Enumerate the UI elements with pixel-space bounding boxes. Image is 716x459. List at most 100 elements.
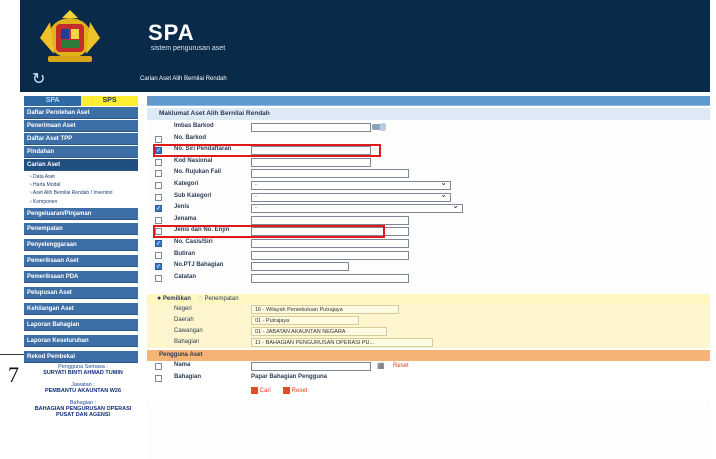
ownership-row-bahagian: Bahagian 11 - BAHAGIAN PENGURUSAN OPERAS… (147, 337, 710, 348)
sidebar-item-penempatan[interactable]: Penempatan (24, 223, 138, 235)
sidebar-item-laporan-bahagian[interactable]: Laporan Bahagian (24, 319, 138, 331)
kategori-select[interactable]: - (251, 179, 451, 190)
bahagian-select[interactable]: 11 - BAHAGIAN PENGURUSAN OPERASI PU... (251, 338, 433, 347)
sidebar-item-pindahan[interactable]: Pindahan (24, 146, 138, 158)
checkbox-jenama[interactable] (155, 216, 162, 224)
ownership-row-negeri: Negeri 16 - Wilayah Persekutuan Putrajay… (147, 304, 710, 315)
coat-of-arms-logo (40, 10, 100, 62)
app-subtitle: sistem pengurusan aset (150, 45, 226, 52)
refresh-icon[interactable]: ↻ (32, 72, 50, 88)
field-label: Kategori (174, 180, 199, 187)
sidebar-subitem-komponen[interactable]: › Komponen (24, 199, 138, 205)
sidebar-item-penyelenggaraan[interactable]: Penyelenggaraan (24, 239, 138, 251)
radio-penempatan[interactable]: ○ (199, 295, 203, 302)
negeri-select[interactable]: 16 - Wilayah Persekutuan Putrajaya (251, 305, 399, 314)
field-label: No.PTJ Bahagian (174, 262, 224, 269)
barcode-scan-input[interactable] (251, 123, 371, 132)
sidebar-item-pengeluaran[interactable]: Pengeluaran/Pinjaman (24, 208, 138, 220)
bahagian-value: Papar Bahagian Pengguna (251, 373, 328, 380)
pengguna-row-bahagian: Bahagian Papar Bahagian Pengguna (147, 373, 710, 385)
user-post: PEMBANTU AKAUNTAN W26 (44, 388, 122, 394)
user-name: SURYATI BINTI AHMAD TUMIN (43, 370, 123, 376)
field-label: Kod Nasional (174, 157, 213, 164)
reset-nama-link[interactable]: Reset (393, 363, 409, 369)
highlight-jenis (153, 225, 385, 238)
cari-label: Cari (259, 388, 271, 395)
ownership-row-daerah: Daerah 01 - Putrajaya (147, 315, 710, 326)
field-row-catatan: Catatan (147, 273, 710, 285)
reset-button[interactable]: Reset (283, 387, 307, 394)
checkbox-kod-nasional[interactable] (155, 158, 162, 166)
tab-sps[interactable]: SPS (81, 96, 138, 106)
checkbox-butiran[interactable] (155, 251, 162, 259)
field-label: Imbas Barkod (174, 123, 214, 129)
sub-kategori-select[interactable]: - (251, 191, 451, 202)
casis-input[interactable] (251, 238, 409, 248)
checkbox-kategori[interactable] (155, 181, 162, 189)
field-label: Catatan (174, 273, 197, 280)
page-number: 7 (8, 362, 19, 387)
tab-spa[interactable]: SPA (24, 96, 81, 106)
catatan-input[interactable] (251, 273, 409, 283)
sidebar-item-penerimaan[interactable]: Penerimaan Aset (24, 120, 138, 132)
cawangan-label: Cawangan (174, 328, 203, 334)
user-dept: BAHAGIAN PENGURUSAN OPERASI PUSAT DAN AG… (34, 406, 132, 418)
ownership-header: ● Pemilikan ○ Penempatan (147, 294, 710, 304)
checkbox-bahagian[interactable] (155, 374, 162, 382)
butiran-input[interactable] (251, 250, 409, 260)
daerah-select[interactable]: 01 - Putrajaya (251, 316, 359, 325)
checkbox-catatan[interactable] (155, 274, 162, 282)
sidebar-subitem-data-aset[interactable]: › Data Aset (24, 174, 138, 180)
sidebar-subitem-harta-modal[interactable]: › Harta Modal (24, 182, 138, 188)
ptj-input[interactable] (251, 262, 349, 272)
field-label: No. Barkod (174, 134, 207, 141)
sidebar-item-carian[interactable]: Carian Aset (24, 159, 138, 171)
checkbox-nama[interactable] (155, 363, 162, 370)
cari-icon (251, 387, 258, 395)
reset-icon (283, 387, 290, 395)
breadcrumb: Carian Aset Alih Bernilai Rendah (140, 76, 227, 82)
sidebar-item-daftar-tpp[interactable]: Daftar Aset TPP (24, 133, 138, 145)
app-header: ↻ SPA sistem pengurusan aset Carian Aset… (20, 0, 710, 92)
no-rujukan-fail-input[interactable] (251, 169, 409, 179)
checkbox-jenis[interactable] (155, 205, 162, 213)
cari-button[interactable]: Cari (251, 387, 271, 394)
nama-label: Nama (174, 362, 191, 368)
radio-pemilikan[interactable]: ● (157, 295, 161, 302)
sidebar-item-kehilangan[interactable]: Kehilangan Aset (24, 303, 138, 315)
highlight-no-siri (153, 144, 381, 157)
section-title: Maklumat Aset Alih Bernilai Rendah (147, 108, 710, 120)
checkbox-no-rujukan-fail[interactable] (155, 170, 162, 178)
action-buttons: Cari Reset (147, 386, 710, 398)
jenama-input[interactable] (251, 215, 409, 225)
field-row-casis: No. Casis/Siri (147, 238, 710, 250)
kod-nasional-input[interactable] (251, 157, 371, 167)
bahagian-label: Bahagian (174, 373, 202, 380)
sidebar-item-daftar-perolehan[interactable]: Daftar Perolehan Aset (24, 107, 138, 119)
negeri-label: Negeri (174, 306, 192, 312)
field-label: No. Casis/Siri (174, 238, 213, 245)
nama-input[interactable] (251, 362, 371, 371)
field-row-imbas-barkod: Imbas Barkod (147, 122, 710, 134)
radio-penempatan-label: Penempatan (204, 296, 239, 302)
ownership-panel: Negeri 16 - Wilayah Persekutuan Putrajay… (147, 304, 710, 348)
app-title: SPA (148, 20, 195, 45)
field-label: Butiran (174, 250, 195, 257)
checkbox-sub-kategori[interactable] (155, 193, 162, 201)
sidebar-item-rekod-pembekal[interactable]: Rekod Pembekal (24, 351, 138, 363)
barcode-scanner-icon[interactable] (372, 122, 386, 132)
field-label: Jenama (174, 215, 197, 222)
sidebar-item-pemeriksaan-aset[interactable]: Pemeriksaan Aset (24, 255, 138, 267)
checkbox-casis[interactable] (155, 239, 162, 247)
jenis-select[interactable]: - (251, 202, 463, 214)
checkbox-ptj[interactable] (155, 263, 162, 271)
sidebar-item-pemeriksaan-pda[interactable]: Pemeriksaan PDA (24, 271, 138, 283)
field-row-kod-nasional: Kod Nasional (147, 157, 710, 169)
sidebar-subitem-aset-alih[interactable]: › Aset Alih Bernilai Rendah / Inventori (24, 190, 138, 196)
sidebar-item-laporan-keseluruhan[interactable]: Laporan Keseluruhan (24, 335, 138, 347)
field-label: Sub Kategori (174, 192, 212, 199)
cawangan-select[interactable]: 01 - JABATAN AKAUNTAN NEGARA (251, 327, 387, 336)
calendar-icon[interactable]: ▦ (377, 361, 385, 370)
sidebar-item-pelupusan[interactable]: Pelupusan Aset (24, 287, 138, 299)
checkbox-no-barkod[interactable] (155, 135, 162, 143)
